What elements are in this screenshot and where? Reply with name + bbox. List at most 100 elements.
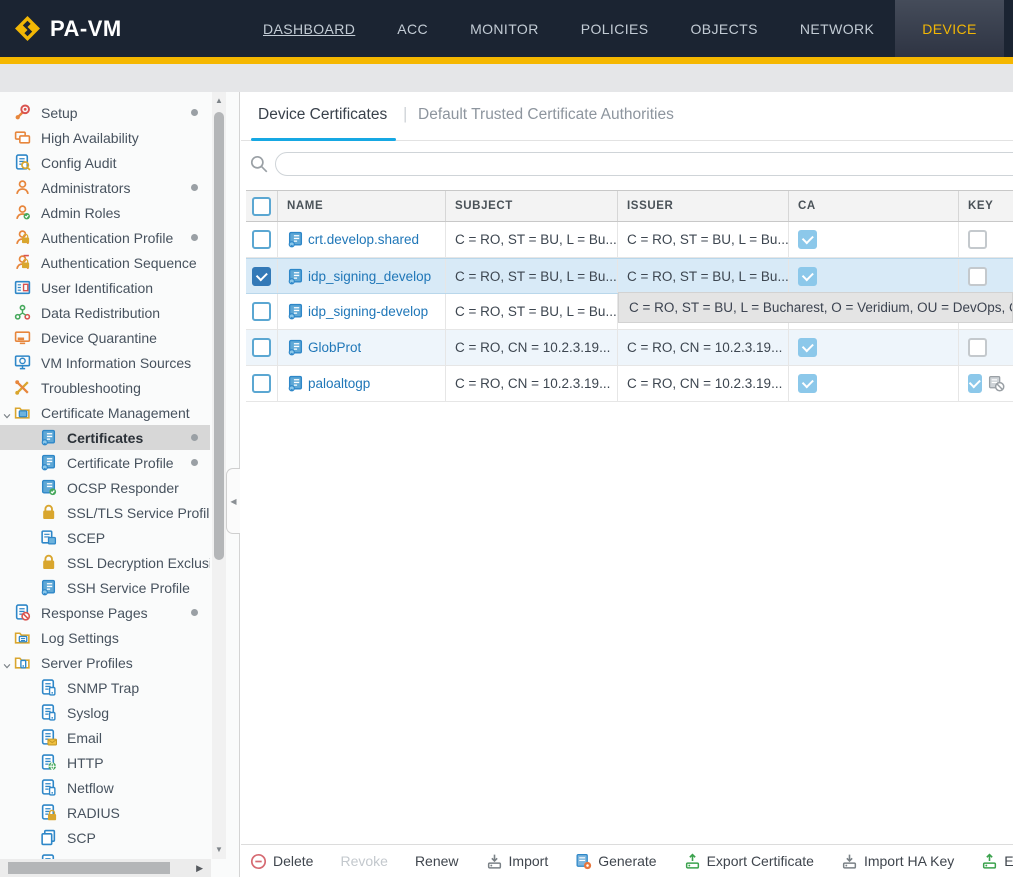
nav-item-dashboard[interactable]: DASHBOARD: [242, 0, 376, 57]
table-row-globprot[interactable]: GlobProtC = RO, CN = 10.2.3.19...C = RO,…: [246, 330, 1013, 366]
ca-checkbox[interactable]: [798, 338, 817, 357]
certificate-name-link[interactable]: GlobProt: [308, 340, 361, 355]
nav-item-monitor[interactable]: MONITOR: [449, 0, 560, 57]
chevron-down-icon[interactable]: [2, 408, 12, 418]
row-checkbox[interactable]: [252, 302, 271, 321]
nav-item-policies[interactable]: POLICIES: [560, 0, 670, 57]
sidebar-item-vm-information-sources[interactable]: VM Information Sources: [0, 350, 210, 375]
sidebar-item-log-settings[interactable]: Log Settings: [0, 625, 210, 650]
certificate-name-link[interactable]: crt.develop.shared: [308, 232, 419, 247]
toolbar-button-label: Import HA Key: [864, 853, 954, 869]
key-checkbox[interactable]: [968, 338, 987, 357]
sidebar-item-administrators[interactable]: Administrators: [0, 175, 210, 200]
sidebar-item-high-availability[interactable]: High Availability: [0, 125, 210, 150]
status-dot: [191, 459, 198, 466]
sidebar-item-device-quarantine[interactable]: Device Quarantine: [0, 325, 210, 350]
scrollbar-thumb[interactable]: [214, 112, 224, 560]
sidebar-item-label: Email: [67, 730, 102, 746]
column-header-name[interactable]: NAME: [278, 191, 446, 221]
import-button[interactable]: Import: [486, 853, 549, 870]
scroll-down-icon[interactable]: ▼: [212, 843, 226, 857]
sidebar-item-authentication-profile[interactable]: Authentication Profile: [0, 225, 210, 250]
ca-cell: [789, 222, 959, 257]
sidebar-item-radius[interactable]: RADIUS: [0, 800, 210, 825]
sidebar-item-ocsp-responder[interactable]: OCSP Responder: [0, 475, 210, 500]
sidebar-item-scep[interactable]: SCEP: [0, 525, 210, 550]
row-select-cell: [246, 259, 278, 293]
certificate-name-link[interactable]: paloaltogp: [308, 376, 370, 391]
delete-button[interactable]: Delete: [250, 853, 313, 870]
table-row-crt-develop-shared[interactable]: crt.develop.sharedC = RO, ST = BU, L = B…: [246, 222, 1013, 258]
sidebar-vertical-scrollbar[interactable]: ▲ ▼: [212, 92, 226, 859]
key-checkbox[interactable]: [968, 230, 987, 249]
sidebar-item-ssl-decryption-exclusion[interactable]: SSL Decryption Exclusion: [0, 550, 210, 575]
sidebar-item-ssl-tls-service-profile[interactable]: SSL/TLS Service Profile: [0, 500, 210, 525]
sidebar-item-netflow[interactable]: Netflow: [0, 775, 210, 800]
export-certificate-button[interactable]: Export Certificate: [684, 853, 814, 870]
scroll-right-icon[interactable]: ▶: [196, 861, 203, 875]
hscrollbar-thumb[interactable]: [8, 862, 170, 874]
row-checkbox[interactable]: [252, 338, 271, 357]
sidebar-item-admin-roles[interactable]: Admin Roles: [0, 200, 210, 225]
generate-button[interactable]: Generate: [575, 853, 656, 870]
table-row-idp-signing-develop[interactable]: idp_signing_developC = RO, ST = BU, L = …: [246, 258, 1013, 294]
column-header-ca[interactable]: CA: [789, 191, 959, 221]
sidebar-horizontal-scrollbar[interactable]: ▶: [0, 859, 211, 877]
sidebar-item-http[interactable]: HTTP: [0, 750, 210, 775]
pa-vm-app: { "colors": { "navbar_bg": "#1b2432", "b…: [0, 0, 1013, 877]
nav-item-objects[interactable]: OBJECTS: [670, 0, 779, 57]
column-header-key[interactable]: KEY: [959, 191, 1013, 221]
chevron-down-icon[interactable]: [2, 658, 12, 668]
sidebar-item-server-profiles[interactable]: Server Profiles: [0, 650, 210, 675]
table-header-row: NAME SUBJECT ISSUER CA KEY: [246, 190, 1013, 222]
certificate-name-link[interactable]: idp_signing_develop: [308, 269, 431, 284]
row-checkbox[interactable]: [252, 267, 271, 286]
select-all-checkbox[interactable]: [252, 197, 271, 216]
device-sidebar: Setup High Availability Config AuditAdmini…: [0, 92, 240, 877]
import-ha-key-button[interactable]: Import HA Key: [841, 853, 954, 870]
response-pages-icon: [14, 604, 34, 621]
ca-cell: [789, 330, 959, 365]
sidebar-item-label: Syslog: [67, 705, 109, 721]
ca-checkbox[interactable]: [798, 230, 817, 249]
ca-checkbox[interactable]: [798, 374, 817, 393]
sidebar-item-data-redistribution[interactable]: Data Redistribution: [0, 300, 210, 325]
key-checkbox[interactable]: [968, 374, 982, 393]
sidebar-collapse-handle[interactable]: ◀: [226, 468, 240, 534]
sidebar-item-setup[interactable]: Setup: [0, 100, 210, 125]
row-checkbox[interactable]: [252, 230, 271, 249]
export-icon: [981, 853, 998, 870]
column-header-subject[interactable]: SUBJECT: [446, 191, 618, 221]
sidebar-item-email[interactable]: Email: [0, 725, 210, 750]
sidebar-item-authentication-sequence[interactable]: Authentication Sequence: [0, 250, 210, 275]
nav-item-device[interactable]: DEVICE: [895, 0, 1004, 57]
renew-button[interactable]: Renew: [415, 853, 459, 869]
sidebar-item-syslog[interactable]: Syslog: [0, 700, 210, 725]
sidebar-item-response-pages[interactable]: Response Pages: [0, 600, 210, 625]
nav-item-acc[interactable]: ACC: [376, 0, 449, 57]
key-checkbox[interactable]: [968, 267, 987, 286]
column-header-issuer[interactable]: ISSUER: [618, 191, 789, 221]
sidebar-item-certificate-profile[interactable]: Certificate Profile: [0, 450, 210, 475]
sidebar-item-scp[interactable]: SCP: [0, 825, 210, 850]
search-input[interactable]: [275, 152, 1013, 176]
nav-item-network[interactable]: NETWORK: [779, 0, 895, 57]
sidebar-item-user-identification[interactable]: User Identification: [0, 275, 210, 300]
tab-default-trusted-cas[interactable]: Default Trusted Certificate Authorities: [418, 106, 674, 124]
tab-device-certificates[interactable]: Device Certificates: [258, 106, 387, 124]
certificate-name-link[interactable]: idp_signing-develop: [308, 304, 428, 319]
sidebar-item-certificates[interactable]: Certificates: [0, 425, 210, 450]
sidebar-item-config-audit[interactable]: Config Audit: [0, 150, 210, 175]
sidebar-item-label: High Availability: [41, 130, 139, 146]
sidebar-item-certificate-management[interactable]: Certificate Management: [0, 400, 210, 425]
doc-email-icon: [40, 729, 60, 746]
scroll-up-icon[interactable]: ▲: [212, 94, 226, 108]
sidebar-item-ssh-service-profile[interactable]: SSH Service Profile: [0, 575, 210, 600]
ca-checkbox[interactable]: [798, 267, 817, 286]
revoke-button[interactable]: Revoke: [340, 853, 387, 869]
sidebar-item-troubleshooting[interactable]: Troubleshooting: [0, 375, 210, 400]
export-button[interactable]: Export: [981, 853, 1013, 870]
table-row-paloaltogp[interactable]: paloaltogpC = RO, CN = 10.2.3.19...C = R…: [246, 366, 1013, 402]
sidebar-item-snmp-trap[interactable]: SNMP Trap: [0, 675, 210, 700]
row-checkbox[interactable]: [252, 374, 271, 393]
